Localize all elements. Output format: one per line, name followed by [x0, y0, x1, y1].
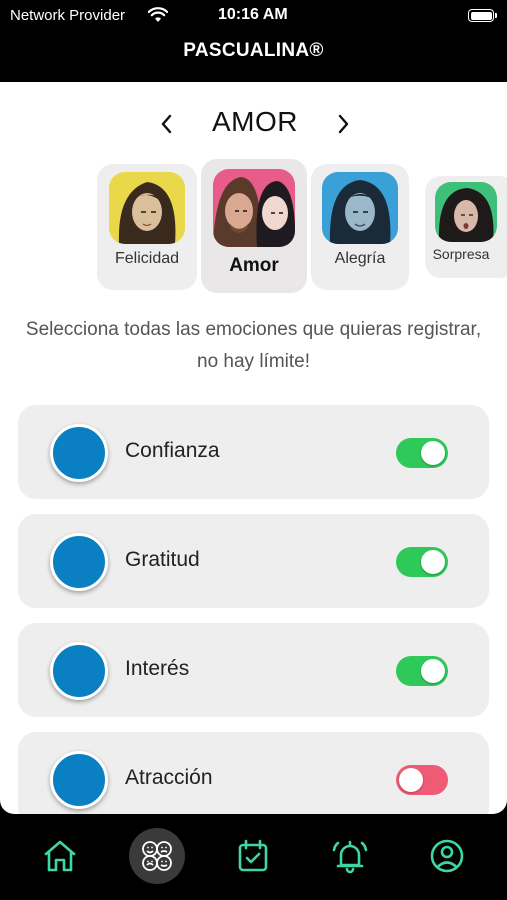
main-content: AMOR Felicidad Amor Alegría Sorpresa Sel… — [0, 82, 507, 814]
helper-text-line-2: no hay límite! — [197, 351, 310, 372]
emotion-dot — [50, 751, 108, 809]
app-title: PASCUALINA® — [183, 40, 324, 61]
emotion-label: Gratitud — [125, 548, 200, 571]
emotion-card-felicidad[interactable]: Felicidad — [97, 164, 197, 290]
sorpresa-avatar — [435, 182, 497, 242]
amor-label: Amor — [229, 255, 279, 276]
emotion-toggle-interes[interactable] — [396, 656, 448, 686]
chevron-right-icon[interactable] — [331, 106, 355, 142]
tab-home[interactable] — [32, 828, 88, 884]
emotion-label: Interés — [125, 657, 190, 680]
home-icon — [44, 840, 76, 872]
emotion-toggle-confianza[interactable] — [396, 438, 448, 468]
tab-profile[interactable] — [419, 828, 475, 884]
tab-emotions[interactable] — [129, 828, 185, 884]
emotion-card-sorpresa[interactable]: Sorpresa — [425, 176, 507, 278]
calendar-check-icon — [238, 839, 268, 872]
alegria-avatar — [322, 172, 398, 244]
emotion-card-alegria[interactable]: Alegría — [311, 164, 409, 290]
sorpresa-label: Sorpresa — [432, 246, 490, 262]
amor-avatar — [213, 169, 295, 247]
network-provider: Network Provider — [10, 7, 126, 24]
emotion-label: Atracción — [125, 766, 213, 789]
clock: 10:16 AM — [218, 6, 288, 23]
status-bar: Network Provider 10:16 AM — [0, 0, 507, 32]
felicidad-avatar — [109, 172, 185, 244]
emotion-label: Confianza — [125, 439, 220, 462]
battery-icon — [468, 9, 497, 22]
category-navigator: AMOR — [0, 104, 507, 144]
emotion-dot — [50, 642, 108, 700]
category-title: AMOR — [212, 106, 298, 137]
emotion-row-gratitud[interactable]: Gratitud — [18, 514, 489, 608]
tab-calendar[interactable] — [225, 828, 281, 884]
bottom-tab-bar — [0, 814, 507, 900]
emotion-row-interes[interactable]: Interés — [18, 623, 489, 717]
emotion-dot — [50, 424, 108, 482]
tab-alarms[interactable] — [322, 828, 378, 884]
user-profile-icon — [430, 839, 464, 873]
helper-text-line-1: Selecciona todas las emociones que quier… — [25, 319, 482, 340]
felicidad-label: Felicidad — [114, 250, 180, 267]
emotion-toggle-atraccion[interactable] — [396, 765, 448, 795]
emotions-faces-icon — [142, 841, 172, 871]
alegria-label: Alegría — [334, 250, 386, 267]
emotion-card-amor[interactable]: Amor — [201, 159, 307, 293]
wifi-icon — [148, 7, 168, 22]
emotion-toggle-gratitud[interactable] — [396, 547, 448, 577]
emotion-dot — [50, 533, 108, 591]
emotion-row-atraccion[interactable]: Atracción — [18, 732, 489, 814]
chevron-left-icon[interactable] — [155, 106, 179, 142]
emotion-row-confianza[interactable]: Confianza — [18, 405, 489, 499]
bell-ringing-icon — [332, 840, 368, 874]
helper-text: Selecciona todas las emociones que quier… — [20, 314, 487, 378]
